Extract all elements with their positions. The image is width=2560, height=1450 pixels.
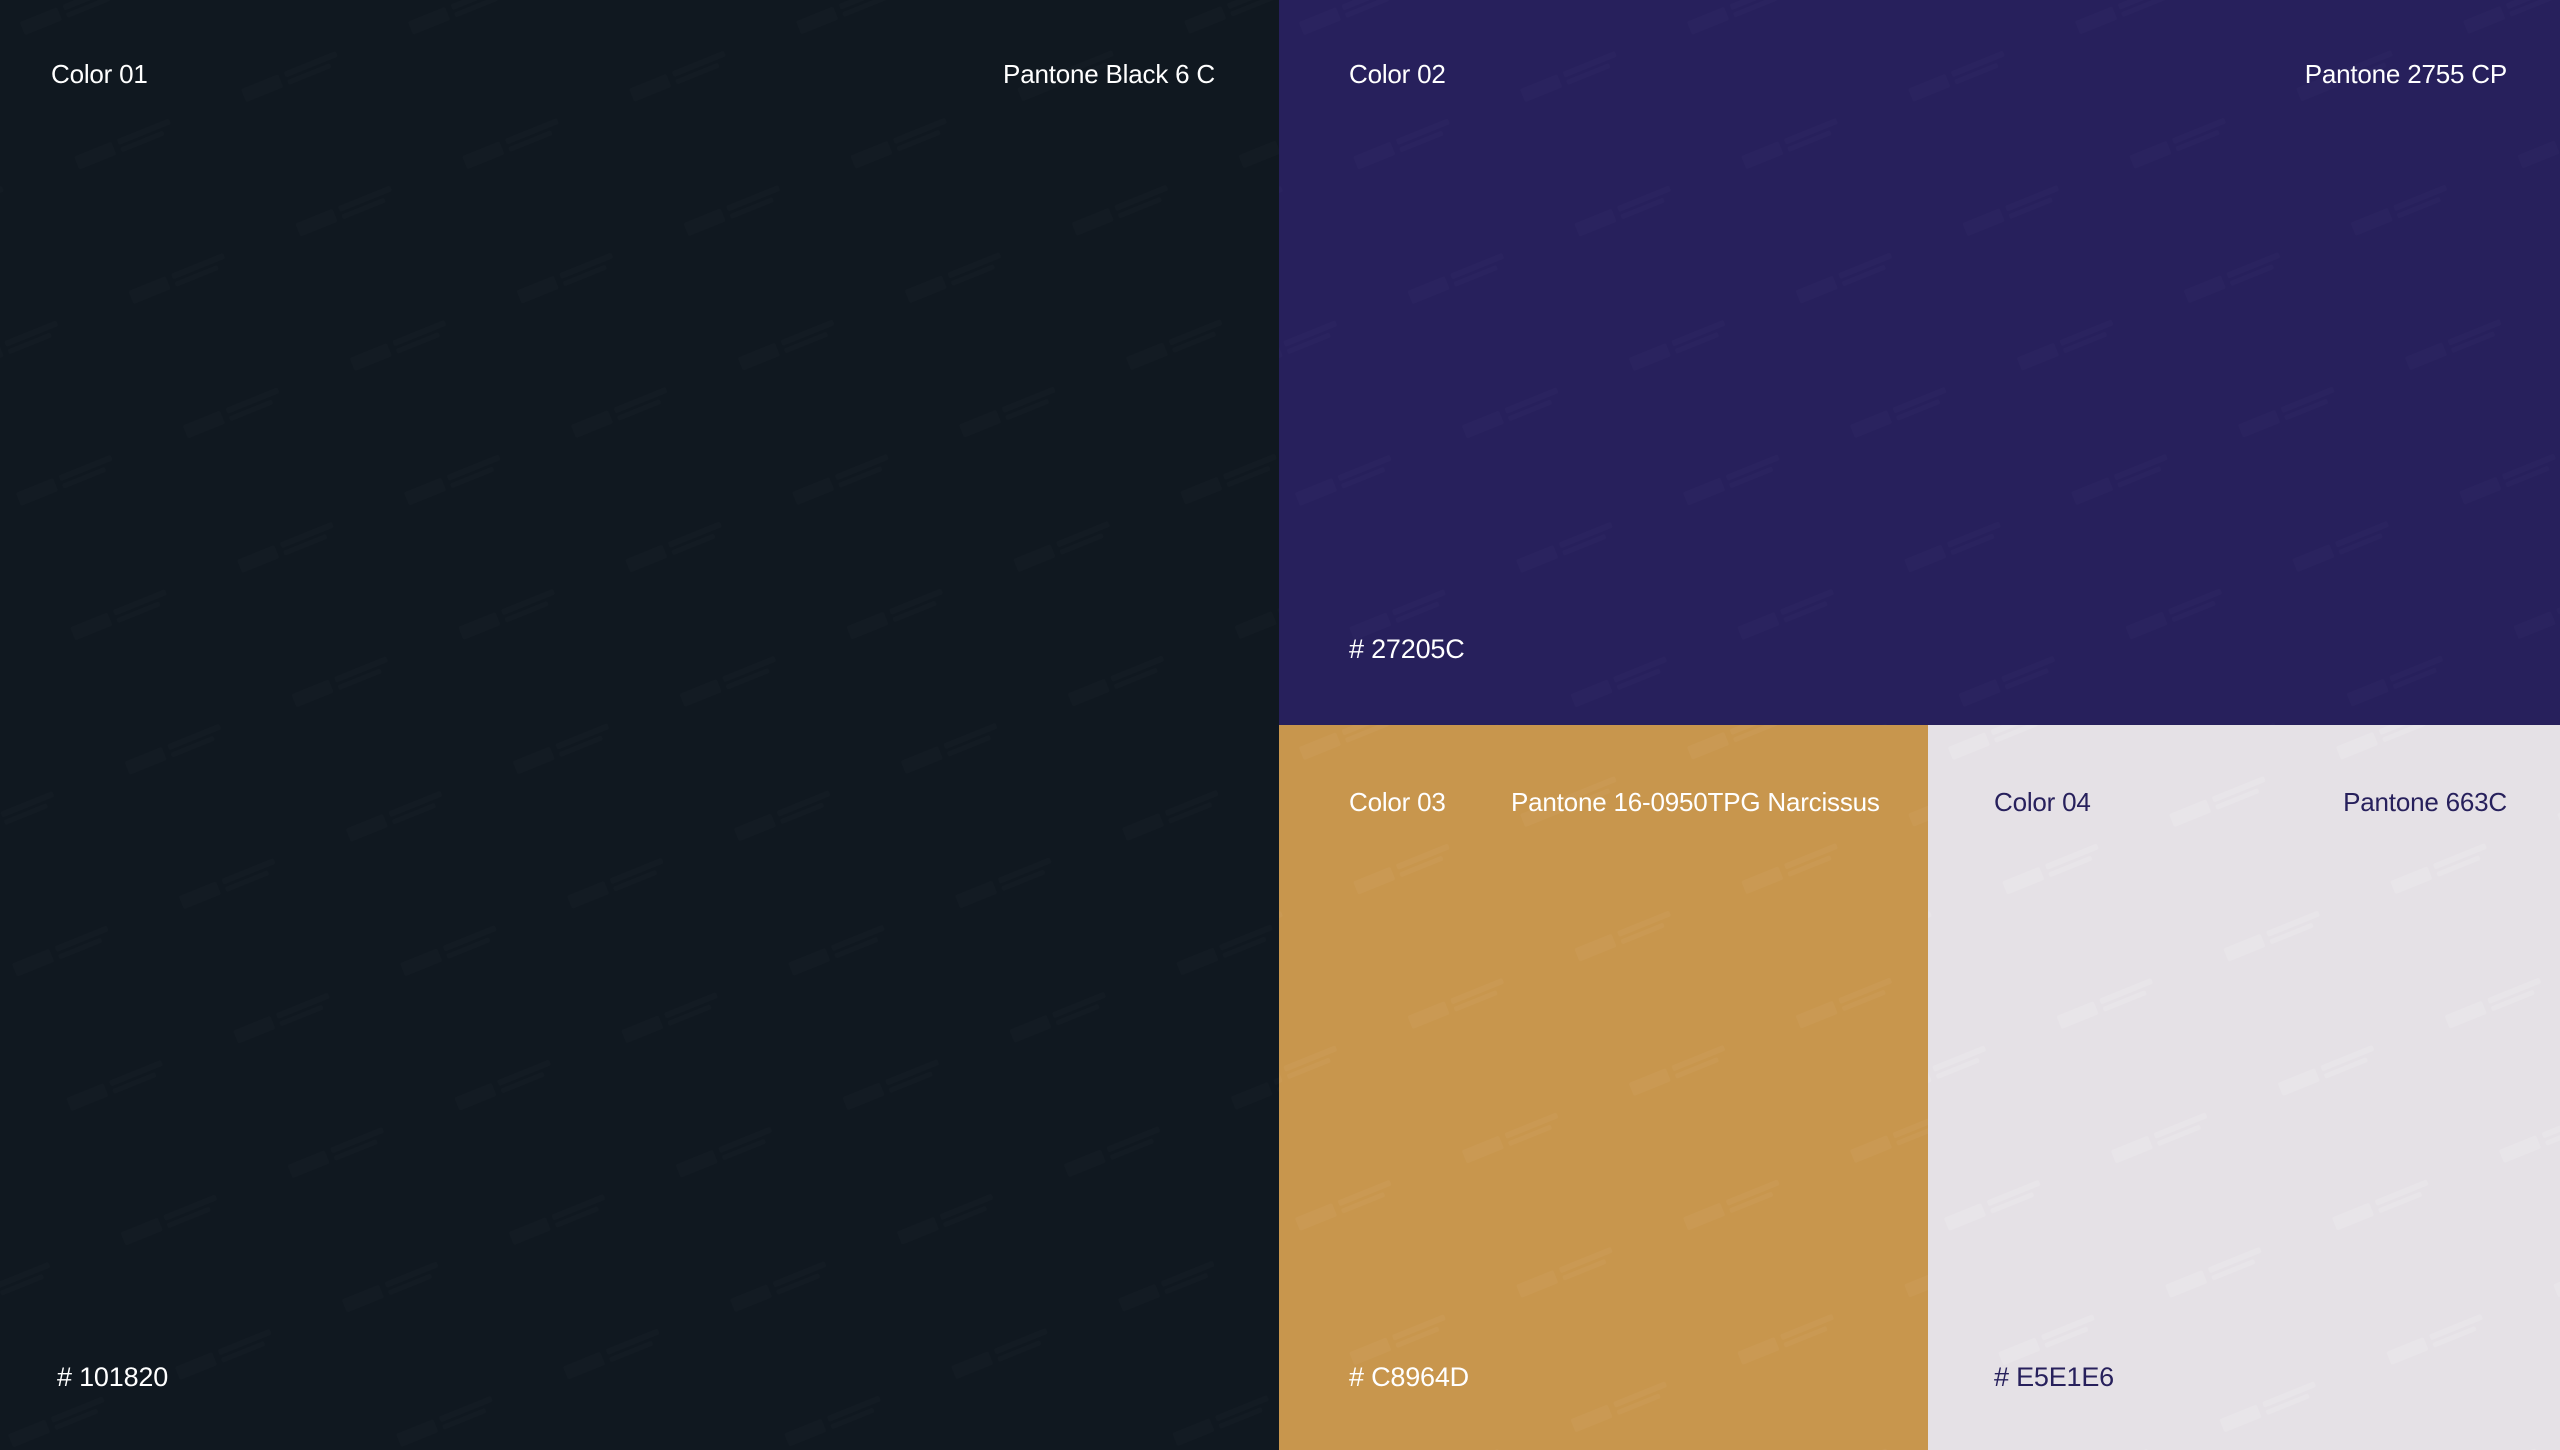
color-swatch-02: Color 02 Pantone 2755 CP # 27205C <box>1279 0 2560 725</box>
pantone-code: Pantone Black 6 C <box>1003 59 1215 89</box>
pantone-code: Pantone 2755 CP <box>2304 59 2507 89</box>
color-swatch-01: Color 01 Pantone Black 6 C # 101820 <box>0 0 1279 1450</box>
color-swatch-03: Color 03 Pantone 16-0950TPG Narcissus # … <box>1279 725 1928 1450</box>
hex-code: # C8964D <box>1349 1362 1469 1392</box>
color-name: Color 02 <box>1349 59 1446 89</box>
color-name: Color 03 <box>1349 787 1446 817</box>
color-swatch-04: Color 04 Pantone 663C # E5E1E6 <box>1928 725 2560 1450</box>
color-palette: Color 01 Pantone Black 6 C # 101820 Colo… <box>0 0 2560 1450</box>
watermark-pattern <box>0 0 1279 1450</box>
watermark-pattern <box>1279 0 2560 725</box>
pantone-code: Pantone 663C <box>2343 787 2507 817</box>
watermark-pattern <box>1928 725 2560 1450</box>
hex-code: # 27205C <box>1349 634 1465 664</box>
hex-code: # E5E1E6 <box>1994 1362 2114 1392</box>
color-name: Color 01 <box>51 59 148 89</box>
hex-code: # 101820 <box>57 1362 169 1392</box>
pantone-code: Pantone 16-0950TPG Narcissus <box>1511 787 1880 817</box>
watermark-pattern <box>1279 725 1928 1450</box>
color-name: Color 04 <box>1994 787 2091 817</box>
